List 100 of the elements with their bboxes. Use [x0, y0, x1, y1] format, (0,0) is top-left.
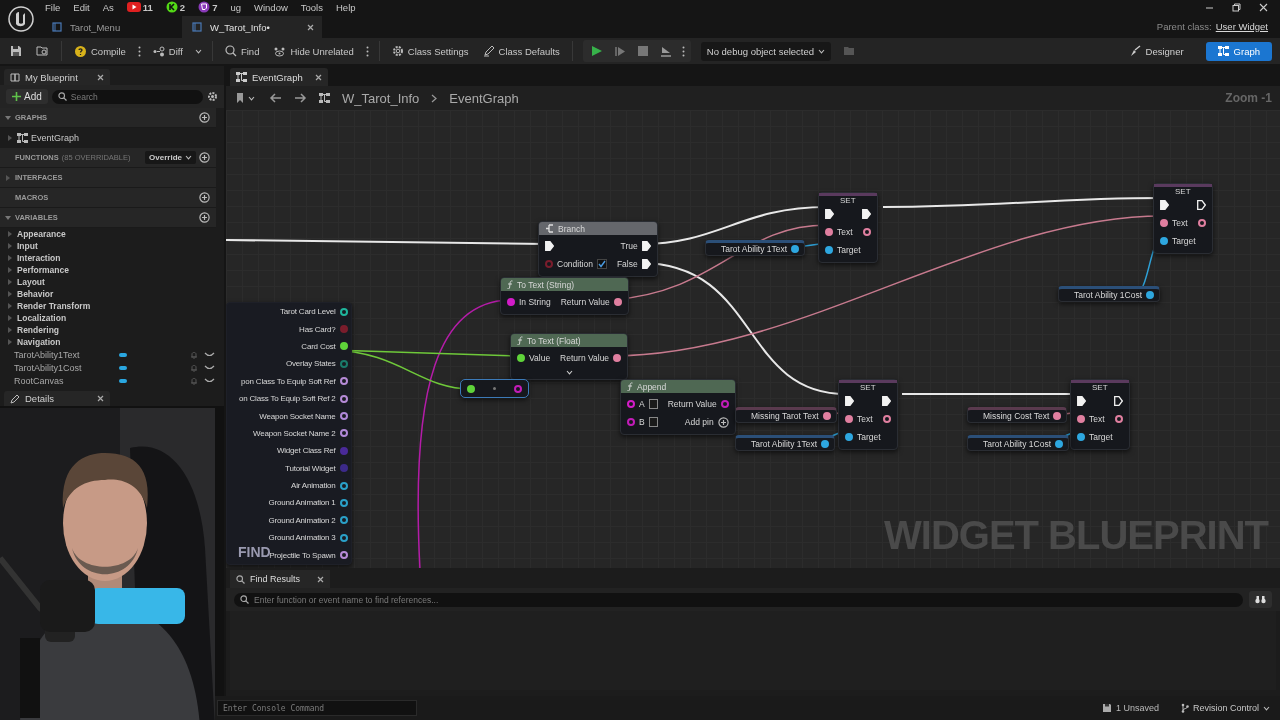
- menu-item[interactable]: Window: [254, 1, 288, 13]
- mode-tab[interactable]: Graph: [1205, 41, 1272, 61]
- pin[interactable]: [1160, 237, 1168, 245]
- eye-icon[interactable]: [204, 377, 215, 384]
- variable-category[interactable]: Navigation: [0, 336, 216, 348]
- pin[interactable]: [1114, 415, 1123, 423]
- breadcrumb-link[interactable]: EventGraph: [449, 90, 519, 106]
- exec-pin[interactable]: [845, 396, 854, 406]
- close-icon[interactable]: [317, 575, 324, 583]
- pin[interactable]: [339, 499, 348, 507]
- panel-tab[interactable]: Find Results: [230, 570, 330, 588]
- pin[interactable]: [339, 307, 348, 316]
- pin[interactable]: [1146, 291, 1155, 299]
- graph-item[interactable]: EventGraph: [0, 128, 216, 148]
- close-icon[interactable]: [97, 395, 104, 402]
- save-button[interactable]: [8, 43, 24, 59]
- pin[interactable]: [339, 516, 348, 525]
- settings-icon[interactable]: [207, 91, 218, 102]
- pin[interactable]: [467, 384, 475, 393]
- close-icon[interactable]: [97, 73, 104, 81]
- revision-control-button[interactable]: Revision Control: [1178, 701, 1280, 715]
- menu-item[interactable]: File: [45, 1, 61, 13]
- pin[interactable]: [1197, 219, 1206, 227]
- input-field[interactable]: [648, 417, 658, 427]
- variable-category[interactable]: Layout: [0, 276, 216, 288]
- pin[interactable]: [825, 228, 833, 236]
- exec-pin[interactable]: [881, 396, 891, 406]
- variable-category[interactable]: Render Transform: [0, 300, 216, 312]
- close-icon[interactable]: [1259, 2, 1268, 12]
- pin[interactable]: [822, 412, 831, 420]
- variable-category[interactable]: Localization: [0, 312, 216, 324]
- pin[interactable]: [339, 412, 348, 421]
- parent-class-link[interactable]: User Widget: [1215, 20, 1268, 32]
- diff-button[interactable]: Diff: [150, 43, 185, 59]
- document-tab[interactable]: Tarot_Menu: [42, 16, 182, 38]
- panel-tab[interactable]: Details: [4, 391, 110, 406]
- variable-category[interactable]: Input: [0, 240, 216, 252]
- forward-arrow-icon[interactable]: [294, 93, 307, 103]
- menu-item[interactable]: As: [102, 1, 114, 13]
- pin[interactable]: [882, 415, 891, 423]
- search-box[interactable]: Search: [51, 89, 203, 104]
- pin[interactable]: [1077, 415, 1085, 423]
- back-arrow-icon[interactable]: [269, 93, 282, 103]
- override-dropdown[interactable]: Override: [145, 151, 196, 164]
- pin[interactable]: [627, 400, 635, 408]
- search-input[interactable]: Search: [70, 91, 197, 102]
- mode-tab[interactable]: Designer: [1116, 41, 1196, 61]
- exec-pin[interactable]: [1077, 396, 1086, 406]
- stop-button[interactable]: [635, 44, 650, 58]
- checkbox[interactable]: [596, 259, 607, 269]
- search-box[interactable]: Enter function or event name to find references...: [234, 592, 1243, 607]
- pin[interactable]: [862, 228, 871, 236]
- expanded-arrow-icon[interactable]: [4, 213, 12, 222]
- pin[interactable]: [507, 298, 515, 306]
- menu-item[interactable]: Edit: [73, 1, 90, 13]
- pin[interactable]: [825, 246, 833, 254]
- pin[interactable]: [339, 429, 348, 438]
- menu-item[interactable]: Help: [336, 1, 356, 13]
- unsaved-count[interactable]: 1 Unsaved: [1115, 703, 1159, 713]
- pin[interactable]: [1160, 219, 1168, 227]
- graph-tab[interactable]: EventGraph: [230, 68, 328, 86]
- more-options-icon[interactable]: [365, 45, 369, 57]
- variable-category[interactable]: Interaction: [0, 252, 216, 264]
- expanded-arrow-icon[interactable]: [4, 113, 12, 122]
- pin[interactable]: [339, 481, 348, 490]
- console-field[interactable]: Enter Console Command: [217, 700, 417, 716]
- pin[interactable]: [339, 377, 348, 386]
- variable-name[interactable]: TarotAbility1Text: [14, 349, 119, 360]
- more-options-icon[interactable]: [681, 45, 685, 57]
- hide-unrelated-button[interactable]: Hide Unrelated: [271, 43, 356, 59]
- add-icon[interactable]: [199, 112, 210, 123]
- breadcrumb-link[interactable]: W_Tarot_Info: [342, 90, 420, 106]
- panel-tab[interactable]: My Blueprint: [4, 69, 110, 85]
- pin[interactable]: [613, 354, 622, 362]
- pin[interactable]: [845, 415, 853, 423]
- add-icon[interactable]: [717, 416, 729, 428]
- compile-button[interactable]: Compile: [72, 42, 128, 60]
- variable-name[interactable]: TarotAbility1Cost: [14, 362, 119, 373]
- class-defaults-button[interactable]: Class Defaults: [480, 43, 562, 59]
- browse-button[interactable]: [34, 43, 51, 59]
- menu-item[interactable]: Tools: [300, 1, 323, 13]
- document-tab[interactable]: W_Tarot_Info•: [182, 16, 322, 38]
- pin[interactable]: [821, 440, 830, 448]
- variable-category[interactable]: Rendering: [0, 324, 216, 336]
- close-icon[interactable]: [307, 23, 314, 31]
- find-button[interactable]: Find: [222, 43, 262, 59]
- input-field[interactable]: [648, 399, 658, 409]
- pin[interactable]: [845, 433, 853, 441]
- add-icon[interactable]: [199, 152, 210, 163]
- class-settings-button[interactable]: Class Settings: [389, 43, 471, 59]
- pin[interactable]: [613, 298, 622, 306]
- close-icon[interactable]: [315, 73, 322, 81]
- debug-object-dropdown[interactable]: No debug object selected: [700, 41, 831, 61]
- exec-pin[interactable]: [1196, 200, 1206, 210]
- exec-pin[interactable]: [641, 259, 651, 269]
- chevron-icon[interactable]: [565, 370, 573, 375]
- pin[interactable]: [1055, 440, 1064, 448]
- restore-icon[interactable]: [1232, 2, 1241, 12]
- variable-category[interactable]: Performance: [0, 264, 216, 276]
- pin[interactable]: [339, 533, 348, 542]
